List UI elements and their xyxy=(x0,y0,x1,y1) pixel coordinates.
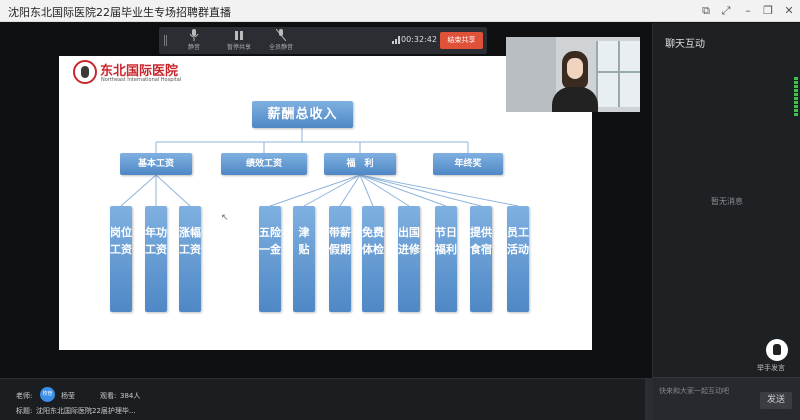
drag-handle-icon[interactable] xyxy=(164,35,167,46)
share-timer: 00:32:42 xyxy=(401,35,437,44)
mute-all-label: 全员静音 xyxy=(268,44,293,51)
share-toolbar: 静音 暂停共享 全员静音 00:32:42 结束共享 xyxy=(159,27,487,54)
mute-all-icon xyxy=(276,29,286,41)
microphone-icon xyxy=(189,29,199,41)
end-share-button[interactable]: 结束共享 xyxy=(440,32,483,49)
subject-text: 沈阳东北国际医院22届护理毕... xyxy=(36,407,136,415)
mute-label: 静音 xyxy=(187,44,200,51)
leaf-free-checkup: 免费体检 xyxy=(362,206,384,312)
chart-root-node: 薪酬总收入 xyxy=(252,101,353,128)
pause-icon xyxy=(235,31,243,40)
chat-input[interactable]: 快来和大家一起互动吧 xyxy=(659,386,729,396)
leaf-food-lodging: 提供食宿 xyxy=(470,206,492,312)
pause-share-button[interactable]: 暂停共享 xyxy=(220,29,258,51)
window-title: 沈阳东北国际医院22届毕业生专场招聘群直播 xyxy=(8,6,231,19)
viewers-count: 384人 xyxy=(120,392,141,400)
chat-empty-text: 暂无消息 xyxy=(711,197,743,206)
teacher-name: 杨莹 xyxy=(61,392,75,400)
close-icon[interactable]: ✕ xyxy=(781,3,797,19)
send-button[interactable]: 发送 xyxy=(760,392,792,409)
external-link-icon[interactable]: ⧉ xyxy=(698,3,714,19)
category-year-end-bonus: 年终奖 xyxy=(433,153,503,175)
category-performance-pay: 绩效工资 xyxy=(221,153,307,175)
raise-hand-icon[interactable] xyxy=(766,339,788,361)
leaf-raise-salary: 涨幅工资 xyxy=(179,206,201,312)
mute-all-button[interactable]: 全员静音 xyxy=(262,29,300,51)
mute-button[interactable]: 静音 xyxy=(175,29,213,51)
leaf-allowance: 津 贴 xyxy=(293,206,321,312)
fullscreen-icon[interactable]: ⤢ xyxy=(718,3,734,19)
restore-icon[interactable]: ❐ xyxy=(760,3,776,19)
leaf-holiday-benefits: 节日福利 xyxy=(435,206,457,312)
category-basic-salary: 基本工资 xyxy=(120,153,192,175)
teacher-label: 老师: xyxy=(16,392,33,400)
presenter-face xyxy=(567,58,583,79)
chat-panel-title: 聊天互动 xyxy=(665,39,705,50)
viewers-label: 观看: xyxy=(100,392,117,400)
video-window xyxy=(596,41,640,107)
leaf-paid-leave: 带薪假期 xyxy=(329,206,351,312)
presenter-video[interactable] xyxy=(506,37,640,112)
subject-label: 标题: xyxy=(16,407,33,415)
leaf-seniority-salary: 年功工资 xyxy=(145,206,167,312)
mouse-cursor-icon: ↖ xyxy=(221,213,229,223)
chat-panel: 聊天互动 暂无消息 举手发言 快来和大家一起互动吧 发送 xyxy=(652,23,800,420)
presenter-body xyxy=(552,87,598,112)
minimize-icon[interactable]: – xyxy=(740,3,756,19)
leaf-overseas-training: 出国进修 xyxy=(398,206,420,312)
leaf-position-salary: 岗位工资 xyxy=(110,206,132,312)
live-info-bar: 老师: 校管 杨莹 观看: 384人 标题: 沈阳东北国际医院22届护理毕... xyxy=(0,378,652,420)
video-wall xyxy=(506,37,556,112)
signal-bars-icon xyxy=(392,36,400,44)
title-bar: 沈阳东北国际医院22届毕业生专场招聘群直播 ⧉ ⤢ – ❐ ✕ xyxy=(0,0,800,22)
leaf-social-insurance: 五险一金 xyxy=(259,206,281,312)
chat-input-area: 快来和大家一起互动吧 发送 xyxy=(653,377,800,420)
audio-level-icon xyxy=(794,77,798,119)
raise-hand-label[interactable]: 举手发言 xyxy=(757,363,785,373)
pause-share-label: 暂停共享 xyxy=(226,44,251,51)
teacher-role-badge: 校管 xyxy=(40,387,55,402)
category-benefits: 福 利 xyxy=(324,153,396,175)
leaf-staff-activities: 员工活动 xyxy=(507,206,529,312)
info-scrollbar[interactable] xyxy=(645,379,652,420)
